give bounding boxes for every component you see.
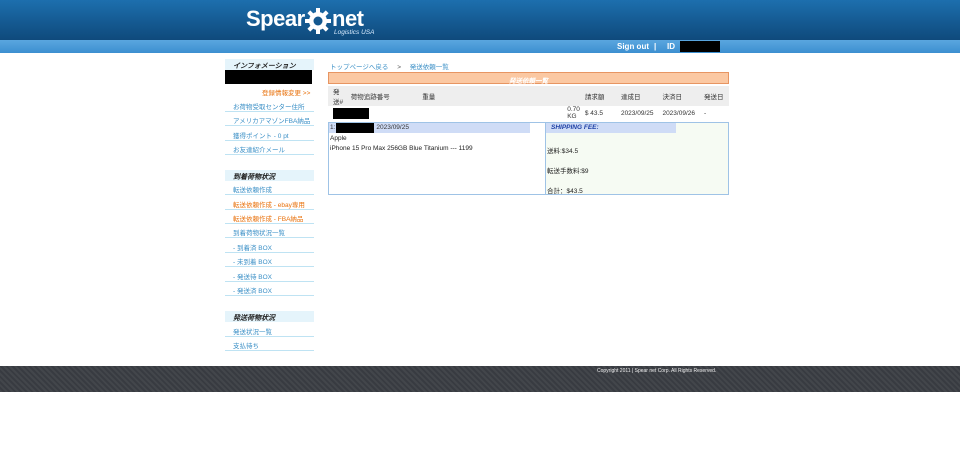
sidebar-heading-information: インフォメーション [225,59,314,70]
sidebar-item-points[interactable]: 獲得ポイント - 0 pt [225,127,314,141]
logo-subtitle: Logistics USA [334,29,375,36]
total-fee-line: 合計：$43.5 [547,188,583,195]
sidebar-heading-arrival: 到着荷物状況 [225,170,314,181]
sidebar-heading-shipping: 発送荷物状況 [225,311,314,322]
shipment-id-cell[interactable] [328,106,417,120]
sidebar-item-receiving-address[interactable]: お荷物受取センター住所 [225,98,314,112]
signout-link[interactable]: Sign out [617,42,649,51]
order-prefix: 1: [330,124,336,131]
sidebar-item-create-forwarding-ebay[interactable]: 転送依頼作成 - ebay専用 [225,196,314,210]
sidebar-item-create-forwarding-fba[interactable]: 転送依頼作成 - FBA納品 [225,210,314,224]
column-header: 達成日 [615,86,658,106]
sidebar-item-amazon-fba[interactable]: アメリカアマゾンFBA納品 [225,112,314,126]
column-header: 発送# [328,86,346,106]
breadcrumb-separator: > [397,64,401,71]
column-header: 重量 [417,86,580,106]
shipping-fee-section: SHIPPING FEE: 送料:$34.5 転送手数料:$9 合計：$43.5 [546,123,728,195]
sidebar-item-shipped-box[interactable]: - 発送済 BOX [225,282,314,296]
sidebar-item-label: 転送依頼作成 - FBA納品 [233,216,304,223]
completed-date-cell: 2023/09/25 [620,109,654,117]
column-header: 請求額 [579,86,616,106]
user-id-label: ID [667,42,675,51]
logo-word-left: Spear [246,6,305,31]
sidebar-item-awaiting-shipment-box[interactable]: - 発送待 BOX [225,268,314,282]
sidebar-item-shipping-list[interactable]: 発送状況一覧 [225,323,314,337]
gear-icon [305,8,331,34]
sidebar-item-arrived-box[interactable]: - 到着済 BOX [225,239,314,253]
product-brand: Apple [330,135,347,142]
paid-date-cell: 2023/09/26 [662,109,695,117]
shipping-fee-line: 送料:$34.5 [547,148,579,155]
user-bar-separator: | [654,42,657,51]
shipping-list-title: 発送依頼一覧 [328,72,729,85]
sidebar-item-awaiting-payment[interactable]: 支払待ち [225,337,314,351]
breadcrumb: トップページへ戻る > 発送依頼一覧 [330,61,449,71]
sidebar-item-label: 転送依頼作成 - ebay専用 [233,202,305,209]
shipping-list-table: 発送# 荷物追跡番号 重量 請求額 達成日 決済日 発送日 0.70 KG $ … [328,86,729,120]
table-header-row: 発送# 荷物追跡番号 重量 請求額 達成日 決済日 発送日 [328,86,729,106]
sidebar-item-create-forwarding[interactable]: 転送依頼作成 [225,181,314,195]
table-row[interactable]: 0.70 KG $ 43.5 2023/09/25 2023/09/26 - [328,106,729,120]
column-header: 荷物追跡番号 [345,86,418,106]
order-date: 2023/09/25 [376,124,409,131]
sidebar-item-referral-mail[interactable]: お友達紹介メール [225,141,314,155]
order-number-redacted [336,123,375,133]
breadcrumb-current[interactable]: 発送依頼一覧 [410,64,449,71]
column-header: 発送日 [698,86,729,106]
footer: Copyright 2011 | Spear net Corp. All Rig… [0,366,960,392]
copyright-text: Copyright 2011 | Spear net Corp. All Rig… [597,368,717,374]
sidebar-item-arrival-list[interactable]: 到着荷物状況一覧 [225,224,314,238]
order-detail-panel: 1: 2023/09/25 Apple iPhone 15 Pro Max 256… [328,122,729,195]
header-bar: Spear net Logistics USA [0,0,960,40]
product-description: iPhone 15 Pro Max 256GB Blue Titanium --… [330,145,473,152]
sidebar-item-not-arrived-box[interactable]: - 未到着 BOX [225,253,314,267]
user-bar: Sign out | ID [0,40,960,53]
shipping-fee-heading: SHIPPING FEE: [546,123,676,133]
breadcrumb-home-link[interactable]: トップページへ戻る [330,64,388,71]
column-header: 決済日 [657,86,699,106]
spear-net-logo[interactable]: Spear net Logistics USA [246,6,386,38]
shipment-id-redacted [333,107,369,119]
order-header: 1: 2023/09/25 [329,123,530,133]
forwarding-fee-line: 転送手数料:$9 [547,168,589,175]
amount-cell: $ 43.5 [584,109,603,117]
member-info-redacted [225,70,312,84]
edit-registration-link[interactable]: 登録情報変更 >> [262,87,310,97]
order-items-section: 1: 2023/09/25 Apple iPhone 15 Pro Max 256… [329,123,546,194]
shipped-date-cell: - [703,109,707,117]
weight-cell: 0.70 KG [567,106,580,120]
user-id-redacted [680,41,720,52]
